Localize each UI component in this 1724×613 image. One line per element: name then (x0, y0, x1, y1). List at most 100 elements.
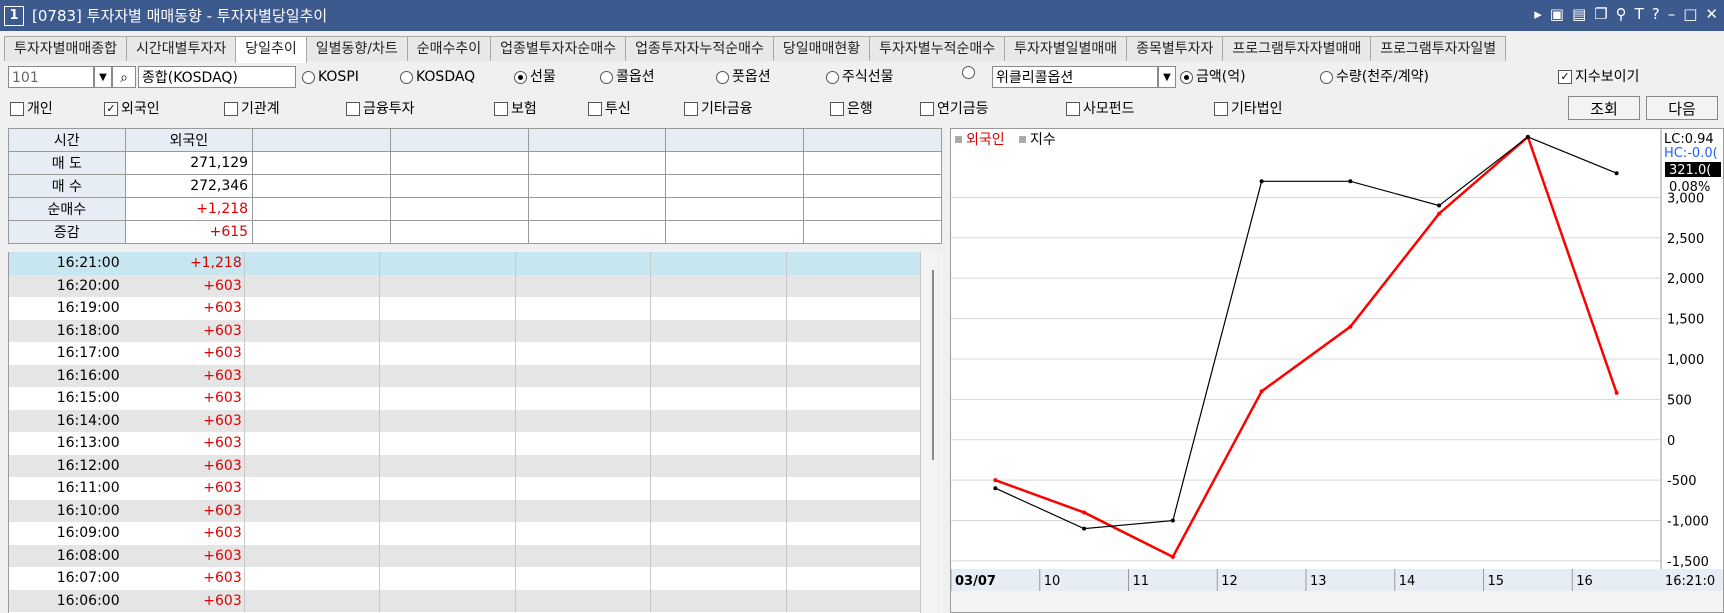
weekly-select[interactable]: 위클리콜옵션 (992, 66, 1158, 88)
tab-7[interactable]: 당일매매현황 (772, 36, 871, 61)
market-radio-0[interactable]: KOSPI (302, 66, 359, 88)
grid-icon[interactable]: ▣ (1550, 5, 1564, 23)
row-value: +603 (203, 435, 242, 451)
market-radio-5[interactable]: 주식선물 (826, 66, 894, 88)
data-point (1525, 134, 1530, 139)
help-icon[interactable]: ? (1652, 5, 1660, 23)
tab-2[interactable]: 당일추이 (235, 36, 307, 63)
show-index-checkbox[interactable]: ✓ 지수보이기 (1558, 66, 1639, 88)
investor-checkbox-7[interactable]: 은행 (830, 98, 873, 120)
x-tick-label: 14 (1399, 574, 1416, 589)
radio-icon (1180, 70, 1193, 84)
tab-10[interactable]: 종목별투자자 (1126, 36, 1224, 61)
tab-1[interactable]: 시간대별투자자 (126, 36, 237, 61)
weekly-dropdown-icon[interactable]: ▼ (1158, 66, 1176, 88)
checkbox-icon (346, 102, 360, 116)
investor-checkbox-4[interactable]: 보험 (494, 98, 537, 120)
search-icon[interactable]: ⌕ (112, 66, 136, 88)
data-point (1348, 324, 1353, 329)
tab-12[interactable]: 프로그램투자자일별 (1370, 36, 1507, 61)
market-radio-3[interactable]: 콜옵션 (600, 66, 655, 88)
market-radio-2[interactable]: 선물 (514, 66, 556, 88)
investor-checkbox-6[interactable]: 기타금융 (684, 98, 753, 120)
table-row[interactable]: 16:08:00 +603 (9, 544, 921, 567)
x-tick-label: 03/07 (955, 574, 996, 589)
unit-radio-1[interactable]: 수량(천주/계약) (1320, 66, 1429, 88)
investor-checkbox-10[interactable]: 기타법인 (1214, 98, 1283, 120)
layout-icon[interactable]: ▤ (1572, 5, 1586, 23)
table-row[interactable]: 16:06:00 +603 (9, 589, 921, 612)
y-tick-label: -500 (1667, 474, 1697, 489)
pin-icon[interactable]: ⚲ (1616, 5, 1627, 23)
investor-checkbox-2[interactable]: 기관계 (224, 98, 280, 120)
vertical-scrollbar[interactable] (920, 252, 943, 613)
data-point (1259, 389, 1264, 394)
radio-icon (826, 70, 839, 84)
investor-checkbox-3[interactable]: 금융투자 (346, 98, 415, 120)
table-row[interactable]: 16:07:00 +603 (9, 567, 921, 590)
investor-checkbox-8[interactable]: 연기금등 (920, 98, 989, 120)
close-icon[interactable]: ✕ (1705, 5, 1718, 23)
summary-row: 매 수 272,346 (8, 174, 942, 198)
market-radio-label: 콜옵션 (616, 69, 655, 85)
table-row[interactable]: 16:13:00 +603 (9, 432, 921, 455)
investor-checkbox-0[interactable]: 개인 (10, 98, 53, 120)
row-time: 16:13:00 (56, 435, 120, 451)
table-row[interactable]: 16:21:00 +1,218 (9, 252, 921, 275)
x-tick-label: 16 (1576, 574, 1593, 589)
code-input[interactable]: 101 (8, 66, 94, 88)
tab-6[interactable]: 업종투자자누적순매수 (625, 36, 774, 61)
copy-icon[interactable]: ❐ (1594, 5, 1607, 23)
scroll-thumb[interactable] (932, 270, 934, 460)
tab-3[interactable]: 일별동향/차트 (305, 36, 408, 61)
table-row[interactable]: 16:20:00 +603 (9, 274, 921, 297)
row-value: +603 (203, 367, 242, 384)
tab-8[interactable]: 투자자별누적순매수 (869, 36, 1006, 61)
maximize-icon[interactable]: □ (1683, 5, 1697, 23)
table-row[interactable]: 16:17:00 +603 (9, 342, 921, 365)
checkbox-icon (830, 102, 844, 116)
window-badge: 1 (4, 5, 24, 26)
data-point (1614, 390, 1619, 395)
next-button[interactable]: 다음 (1646, 96, 1718, 120)
hc-label: HC:-0.0( (1664, 146, 1718, 161)
code-dropdown-icon[interactable]: ▼ (94, 66, 112, 88)
tab-11[interactable]: 프로그램투자자별매매 (1222, 36, 1372, 61)
table-row[interactable]: 16:19:00 +603 (9, 297, 921, 320)
investor-checkbox-5[interactable]: 투신 (588, 98, 631, 120)
data-point (1170, 554, 1175, 559)
row-value: +603 (203, 457, 242, 474)
tab-0[interactable]: 투자자별매매종합 (4, 36, 128, 61)
investor-label: 보험 (511, 101, 537, 117)
investor-checkbox-9[interactable]: 사모펀드 (1066, 98, 1135, 120)
x-tick-label: 13 (1310, 574, 1327, 589)
summary-row-value: +1,218 (124, 197, 254, 221)
table-row[interactable]: 16:09:00 +603 (9, 522, 921, 545)
data-point (1437, 211, 1442, 216)
tab-4[interactable]: 순매수추이 (406, 36, 492, 61)
summary-row: 매 도 271,129 (8, 151, 942, 175)
table-row[interactable]: 16:10:00 +603 (9, 499, 921, 522)
tab-5[interactable]: 업종별투자자순매수 (490, 36, 627, 61)
table-row[interactable]: 16:15:00 +603 (9, 387, 921, 410)
table-row[interactable]: 16:12:00 +603 (9, 454, 921, 477)
minimize-icon[interactable]: – (1668, 5, 1676, 23)
table-row[interactable]: 16:18:00 +603 (9, 319, 921, 342)
tab-9[interactable]: 투자자별일별매매 (1004, 36, 1128, 61)
timeline-list[interactable]: 16:21:00 +1,218 16:20:00 +603 16:19:00 +603 16… (8, 252, 921, 613)
market-radio-4[interactable]: 풋옵션 (716, 66, 771, 88)
table-row[interactable]: 16:14:00 +603 (9, 409, 921, 432)
font-icon[interactable]: T (1635, 5, 1644, 23)
row-value: +1,218 (189, 255, 242, 271)
table-row[interactable]: 16:16:00 +603 (9, 364, 921, 387)
unit-radio-0[interactable]: 금액(억) (1180, 66, 1246, 88)
filter-row: 101 ▼ ⌕ 종합(KOSDAQ) KOSPI KOSDAQ 선물 콜옵션 풋옵션 주식… (0, 64, 1724, 92)
market-radio-1[interactable]: KOSDAQ (400, 66, 475, 88)
table-row[interactable]: 16:11:00 +603 (9, 477, 921, 500)
investor-label: 기관계 (241, 101, 280, 117)
market-radio-6[interactable] (962, 66, 978, 79)
investor-checkbox-1[interactable]: ✓ 외국인 (104, 98, 160, 120)
query-button[interactable]: 조회 (1568, 96, 1640, 120)
checkbox-icon (1066, 102, 1080, 116)
play-icon[interactable]: ▸ (1534, 5, 1542, 23)
